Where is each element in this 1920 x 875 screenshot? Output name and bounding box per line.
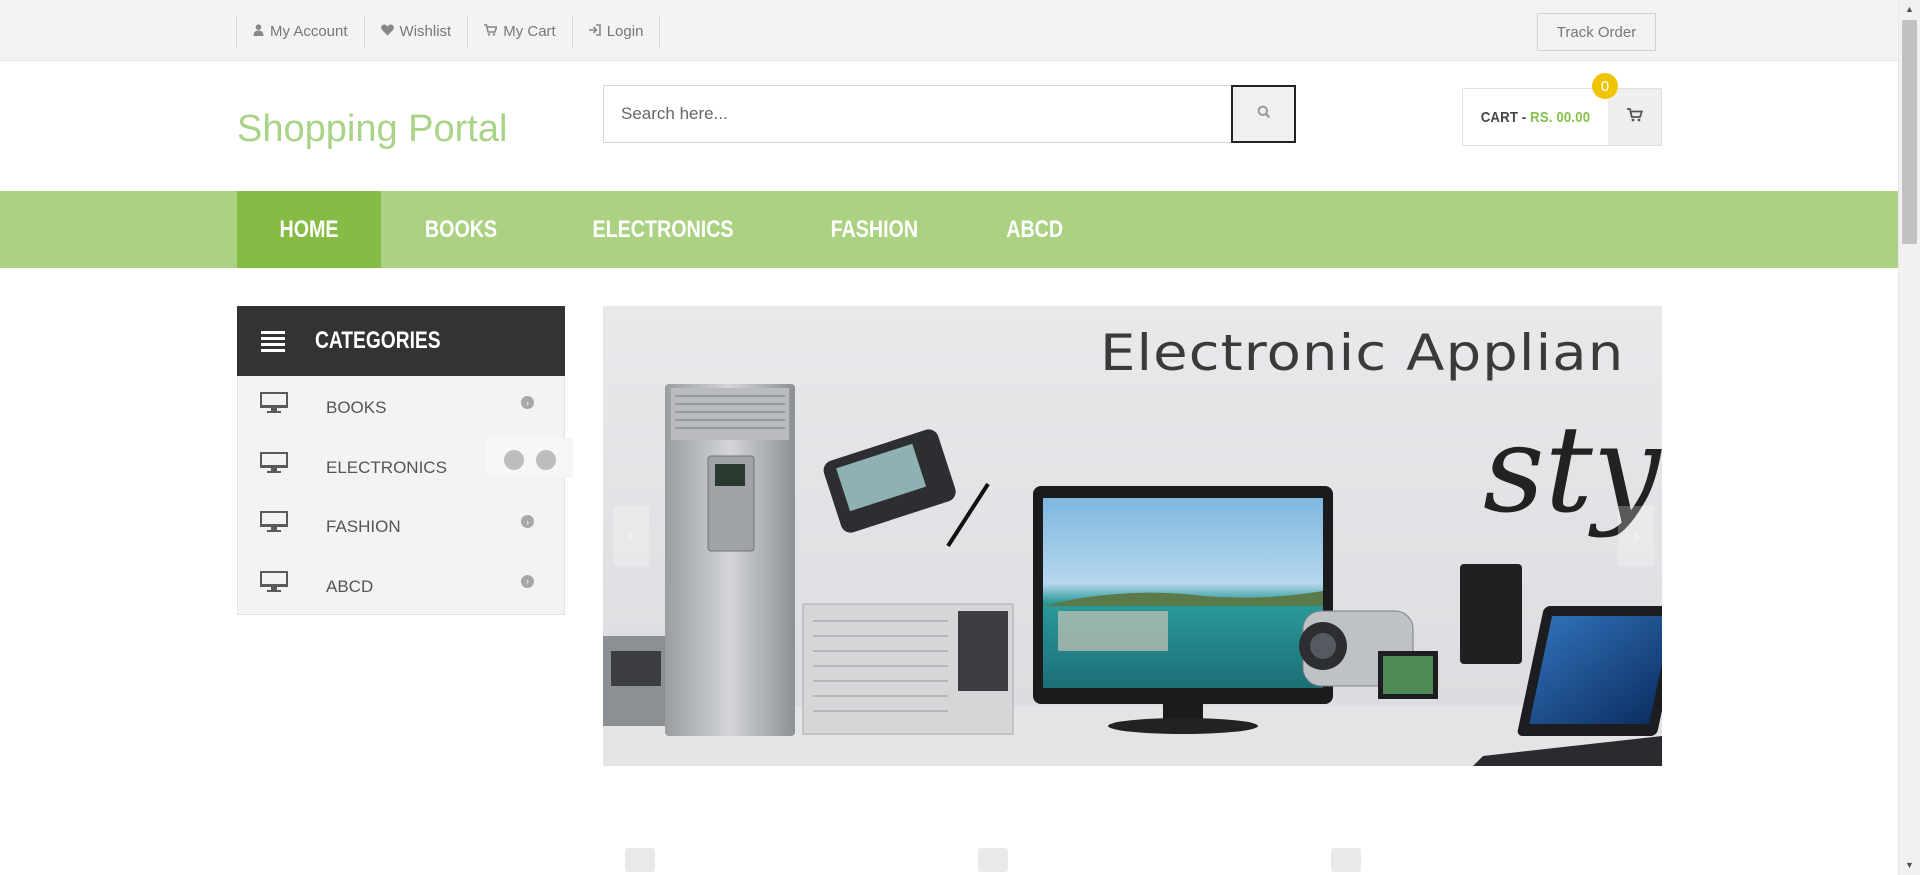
nav-electronics-label: ELECTRONICS	[592, 215, 734, 243]
categories-list: BOOKS › ELECTRONICS › FASHION › ABCD ›	[237, 376, 565, 615]
categories-header: CATEGORIES	[237, 306, 565, 376]
info-block-2	[956, 845, 1309, 875]
category-item-books[interactable]: BOOKS ›	[238, 376, 564, 436]
hero-slider: Electronic Applian sty ‹ ›	[603, 306, 1662, 766]
my-account-link[interactable]: My Account	[237, 15, 365, 48]
info-icon	[1331, 848, 1361, 872]
cart-icon-button[interactable]	[1608, 89, 1661, 145]
info-strip	[603, 845, 1662, 875]
login-link[interactable]: Login	[573, 15, 661, 48]
login-label: Login	[606, 23, 644, 40]
slider-next-button[interactable]: ›	[1618, 506, 1654, 566]
top-bar: My Account Wishlist My Cart Login Track …	[0, 0, 1898, 61]
scroll-down-arrow-icon[interactable]: ▼	[1905, 860, 1914, 870]
page-scrollbar[interactable]: ▲ ▼	[1898, 0, 1920, 875]
cart-summary[interactable]: CART - RS. 00.00	[1462, 88, 1662, 146]
search-button[interactable]	[1231, 85, 1296, 143]
info-icon	[625, 848, 655, 872]
slider-prev-button[interactable]: ‹	[613, 506, 649, 566]
slider-dot-2[interactable]	[535, 450, 556, 470]
desktop-icon	[260, 451, 288, 479]
categories-title: CATEGORIES	[315, 327, 441, 354]
nav-books[interactable]: BOOKS	[381, 191, 541, 268]
wishlist-label: Wishlist	[399, 23, 452, 40]
my-cart-link[interactable]: My Cart	[468, 15, 573, 48]
site-logo[interactable]: Shopping Portal	[237, 108, 507, 151]
info-block-3	[1309, 845, 1662, 875]
cart-text: CART - RS. 00.00	[1472, 89, 1600, 145]
heart-icon	[380, 24, 394, 39]
shopping-cart-icon	[1626, 107, 1643, 127]
cart-count-badge: 0	[1592, 73, 1618, 99]
chevron-right-icon: ›	[521, 574, 534, 588]
nav-electronics[interactable]: ELECTRONICS	[541, 191, 785, 268]
nav-home[interactable]: HOME	[237, 191, 381, 268]
slider-dot-1[interactable]	[503, 450, 524, 470]
category-label: FASHION	[326, 517, 401, 536]
search-bar	[603, 85, 1296, 143]
nav-fashion[interactable]: FASHION	[785, 191, 964, 268]
sign-in-icon	[588, 24, 601, 39]
nav-fashion-label: FASHION	[830, 215, 919, 243]
nav-home-label: HOME	[279, 215, 339, 243]
nav-books-label: BOOKS	[424, 215, 498, 243]
info-icon	[978, 848, 1008, 872]
category-label: BOOKS	[326, 398, 387, 417]
main-nav: HOME BOOKS ELECTRONICS FASHION ABCD	[0, 191, 1898, 268]
top-links: My Account Wishlist My Cart Login	[236, 15, 661, 48]
user-icon	[253, 24, 264, 39]
my-cart-label: My Cart	[503, 23, 556, 40]
scroll-up-arrow-icon[interactable]: ▲	[1905, 4, 1914, 14]
category-label: ABCD	[326, 576, 374, 596]
wishlist-link[interactable]: Wishlist	[365, 15, 469, 48]
nav-abcd[interactable]: ABCD	[964, 191, 1105, 268]
cart-label: CART -	[1480, 108, 1527, 126]
cart-icon	[484, 24, 498, 39]
category-label: ELECTRONICS	[326, 457, 447, 477]
category-item-abcd[interactable]: ABCD ›	[238, 555, 564, 615]
category-item-fashion[interactable]: FASHION ›	[238, 495, 564, 555]
chevron-right-icon: ›	[521, 396, 534, 409]
desktop-icon	[260, 570, 288, 598]
nav-abcd-label: ABCD	[1005, 215, 1063, 243]
info-block-1	[603, 845, 956, 875]
search-icon	[1257, 105, 1271, 124]
slide-headline: Electronic Applian	[1100, 324, 1625, 382]
chevron-right-icon: ›	[521, 515, 534, 528]
scroll-thumb[interactable]	[1902, 20, 1917, 244]
desktop-icon	[260, 392, 288, 419]
desktop-icon	[260, 511, 288, 538]
chevron-left-icon: ‹	[627, 523, 635, 548]
track-order-button[interactable]: Track Order	[1537, 13, 1656, 51]
chevron-right-icon: ›	[1632, 523, 1640, 548]
my-account-label: My Account	[270, 23, 348, 40]
slider-pagination	[486, 438, 573, 478]
search-input[interactable]	[604, 86, 1231, 142]
menu-bars-icon	[261, 328, 285, 355]
cart-amount: RS. 00.00	[1530, 108, 1591, 126]
